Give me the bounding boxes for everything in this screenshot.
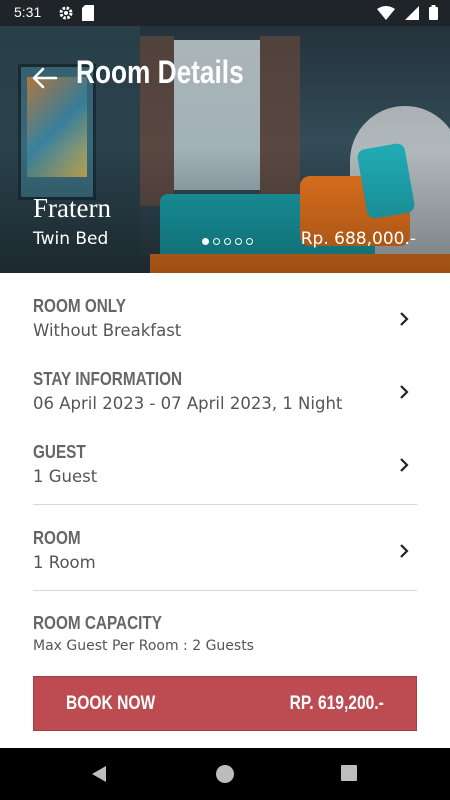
room-capacity-value: Max Guest Per Room : 2 Guests <box>33 638 254 654</box>
carousel-dot[interactable] <box>246 238 253 245</box>
signal-icon <box>405 5 419 20</box>
status-time: 5:31 <box>14 4 42 20</box>
chevron-right-icon <box>400 312 409 326</box>
meal-option-label: ROOM ONLY <box>33 296 126 316</box>
guest-label: GUEST <box>33 442 86 462</box>
system-nav-bar <box>0 748 450 800</box>
book-now-label: BOOK NOW <box>66 693 156 714</box>
chevron-right-icon <box>400 385 409 399</box>
room-count-label: ROOM <box>33 528 81 548</box>
room-name: Fratern <box>33 193 111 223</box>
book-now-price: RP. 619,200.- <box>289 693 384 714</box>
nav-home-icon[interactable] <box>216 765 234 783</box>
guest-value: 1 Guest <box>33 467 98 486</box>
room-capacity-label: ROOM CAPACITY <box>33 613 162 633</box>
gear-icon <box>59 6 73 20</box>
meal-option-row[interactable]: ROOM ONLY Without Breakfast <box>33 296 417 340</box>
carousel-dot[interactable] <box>224 238 231 245</box>
room-capacity-row: ROOM CAPACITY Max Guest Per Room : 2 Gue… <box>33 613 417 654</box>
nav-recent-apps-icon[interactable] <box>341 765 357 781</box>
stay-information-value: 06 April 2023 - 07 April 2023, 1 Night <box>33 394 343 413</box>
room-count-row[interactable]: ROOM 1 Room <box>33 528 417 572</box>
page-title: Room Details <box>76 54 244 90</box>
meal-option-value: Without Breakfast <box>33 321 182 340</box>
guest-row[interactable]: GUEST 1 Guest <box>33 442 417 486</box>
sd-card-icon <box>82 5 94 21</box>
wifi-icon <box>377 5 395 20</box>
battery-icon <box>429 5 438 20</box>
stay-information-label: STAY INFORMATION <box>33 369 183 389</box>
status-bar: 5:31 <box>0 0 450 26</box>
arrow-left-icon[interactable] <box>30 66 58 90</box>
divider <box>33 504 417 505</box>
carousel-dot[interactable] <box>202 238 209 245</box>
carousel-indicator[interactable] <box>202 238 253 245</box>
room-price: Rp. 688,000.- <box>300 229 416 249</box>
book-now-button[interactable]: BOOK NOW RP. 619,200.- <box>33 676 417 731</box>
nav-back-icon[interactable] <box>90 765 108 783</box>
room-count-value: 1 Room <box>33 553 96 572</box>
carousel-dot[interactable] <box>235 238 242 245</box>
chevron-right-icon <box>400 458 409 472</box>
bed-type: Twin Bed <box>33 229 109 249</box>
stay-information-row[interactable]: STAY INFORMATION 06 April 2023 - 07 Apri… <box>33 369 417 413</box>
carousel-dot[interactable] <box>213 238 220 245</box>
divider <box>33 590 417 591</box>
chevron-right-icon <box>400 544 409 558</box>
